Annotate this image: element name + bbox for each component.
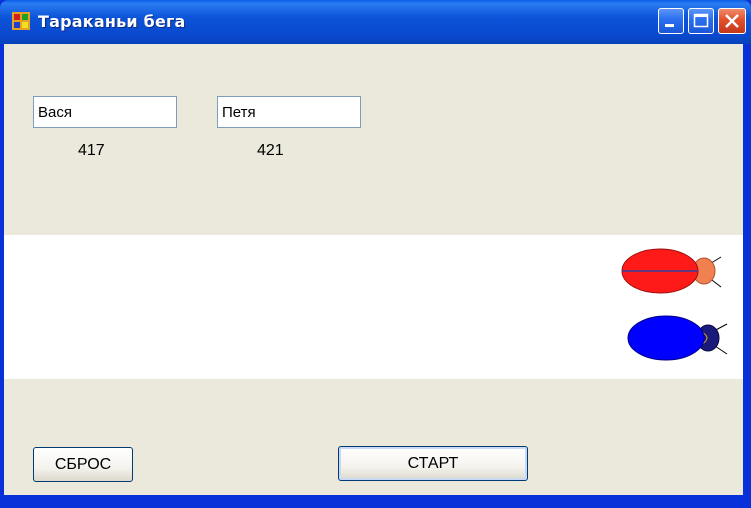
race-track bbox=[4, 235, 743, 379]
minimize-button[interactable] bbox=[658, 8, 684, 34]
red-roach-icon bbox=[621, 248, 722, 294]
window-bottom-border bbox=[0, 495, 751, 508]
minimize-icon bbox=[665, 24, 674, 27]
title-bar[interactable]: Тараканьи бега bbox=[0, 0, 751, 44]
maximize-icon bbox=[693, 13, 709, 28]
player1-name-field[interactable]: Вася bbox=[33, 96, 177, 128]
player1-score: 417 bbox=[78, 142, 105, 159]
client-area: Вася Петя 417 421 СБРОС СТАРТ bbox=[4, 44, 743, 495]
player2-score: 421 bbox=[257, 142, 284, 159]
blue-roach-icon bbox=[627, 315, 728, 361]
window-title: Тараканьи бега bbox=[38, 12, 186, 31]
player2-name-field[interactable]: Петя bbox=[217, 96, 361, 128]
reset-button[interactable]: СБРОС bbox=[33, 447, 133, 482]
start-button[interactable]: СТАРТ bbox=[338, 446, 528, 481]
app-window-icon bbox=[12, 12, 30, 30]
maximize-button[interactable] bbox=[688, 8, 714, 34]
close-icon bbox=[725, 14, 739, 28]
app-window: Тараканьи бега Вася Петя 417 421 СБРОС С… bbox=[0, 0, 751, 508]
close-button[interactable] bbox=[718, 8, 746, 34]
